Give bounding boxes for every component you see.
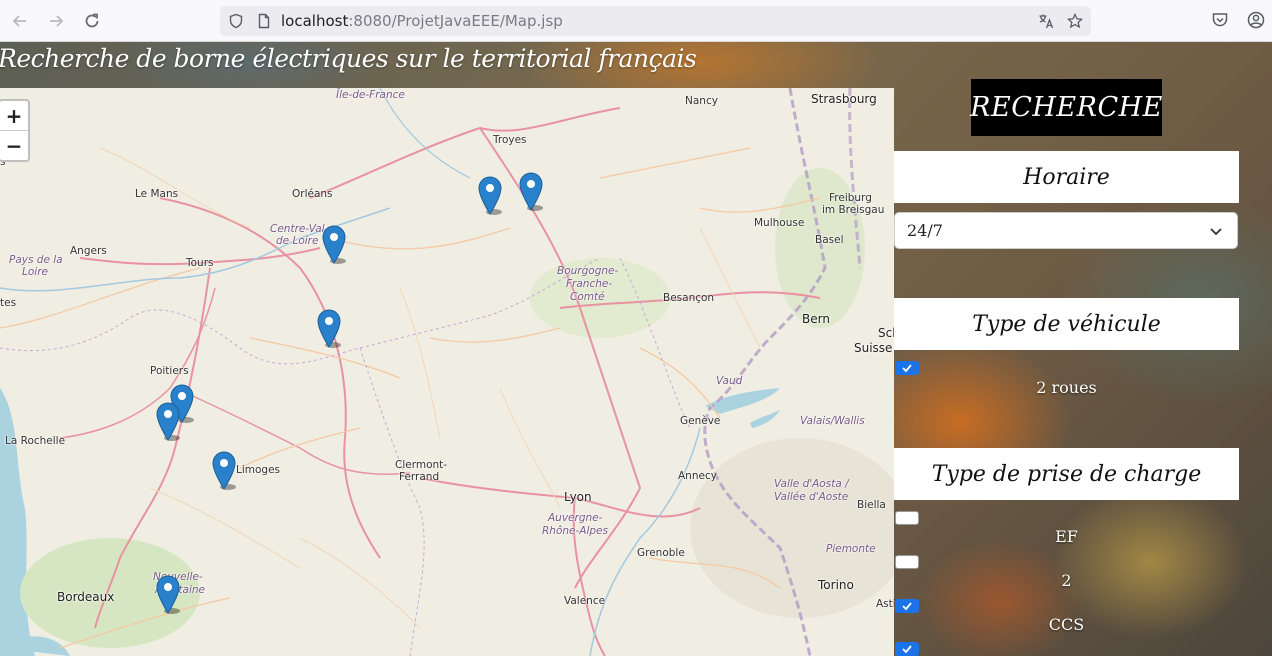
url-path: :8080/ProjetJavaEEE/Map.jsp bbox=[348, 12, 563, 30]
label-asti: Asti bbox=[876, 598, 894, 610]
charging-station-marker[interactable] bbox=[518, 171, 544, 211]
label-orleans: Orléans bbox=[292, 188, 333, 200]
map-view[interactable]: Île-de-France Nancy Strasbourg Troyes Le… bbox=[0, 88, 894, 656]
label-bern: Bern bbox=[802, 312, 830, 326]
label-angers: Angers bbox=[70, 245, 107, 257]
label-poitiers: Poitiers bbox=[150, 365, 189, 377]
charging-station-marker[interactable] bbox=[316, 308, 342, 348]
pocket-icon[interactable] bbox=[1211, 11, 1229, 29]
checkbox-type-2[interactable] bbox=[895, 555, 919, 569]
label-geneve: Genève bbox=[680, 415, 721, 427]
label-mulhouse: Mulhouse bbox=[754, 217, 805, 229]
browser-toolbar: localhost:8080/ProjetJavaEEE/Map.jsp bbox=[0, 0, 1272, 42]
charging-station-marker[interactable] bbox=[211, 450, 237, 490]
checkbox-next-option[interactable] bbox=[895, 642, 919, 656]
checkmark-icon bbox=[902, 602, 912, 611]
horaire-selected-value: 24/7 bbox=[907, 221, 943, 240]
checkbox-ef[interactable] bbox=[895, 511, 919, 525]
label-bourgogne-1: Bourgogne- bbox=[557, 265, 619, 277]
charging-station-marker[interactable] bbox=[477, 175, 503, 215]
label-centre-2: de Loire bbox=[276, 235, 319, 247]
label-auvergne-1: Auvergne- bbox=[548, 512, 603, 524]
label-le-mans: Le Mans bbox=[135, 188, 179, 200]
label-freiburg: Freiburg bbox=[829, 192, 872, 204]
label-tours: Tours bbox=[186, 257, 214, 269]
zoom-in-button[interactable]: + bbox=[0, 101, 28, 130]
label-ef: EF bbox=[1055, 527, 1078, 546]
chevron-down-icon bbox=[1210, 228, 1222, 236]
bookmark-star-icon[interactable] bbox=[1067, 13, 1083, 29]
label-la-rochelle: La Rochelle bbox=[5, 435, 66, 447]
label-centre-1: Centre-Val bbox=[270, 223, 325, 235]
label-troyes: Troyes bbox=[493, 134, 527, 146]
label-nantes: tes bbox=[0, 297, 17, 309]
vehicule-heading: Type de véhicule bbox=[894, 298, 1239, 350]
checkbox-ccs[interactable] bbox=[895, 599, 919, 613]
checkmark-icon bbox=[902, 364, 912, 373]
shield-icon[interactable] bbox=[228, 13, 244, 29]
label-bourgogne-2: Franche- bbox=[566, 278, 613, 290]
search-panel-title: RECHERCHE bbox=[970, 79, 1162, 136]
zoom-control: + − bbox=[0, 99, 30, 162]
label-schweiz-1: Sch bbox=[878, 326, 894, 340]
label-schweiz-2: Suisse bbox=[854, 341, 893, 355]
label-valais: Valais/Wallis bbox=[800, 415, 865, 427]
label-aosta-2: Vallée d'Aoste bbox=[774, 491, 849, 503]
label-valence: Valence bbox=[564, 595, 606, 607]
map-tiles bbox=[0, 88, 894, 656]
label-pays-1: Pays de la bbox=[9, 254, 63, 266]
checkmark-icon bbox=[902, 645, 912, 654]
label-vaud: Vaud bbox=[716, 375, 743, 387]
label-torino: Torino bbox=[818, 578, 854, 592]
label-type-2: 2 bbox=[1061, 571, 1072, 590]
label-aosta-1: Valle d'Aosta / bbox=[774, 478, 849, 490]
label-bourgogne-3: Comté bbox=[570, 291, 605, 303]
charging-station-marker[interactable] bbox=[155, 574, 181, 614]
label-bordeaux: Bordeaux bbox=[57, 590, 115, 604]
label-piemonte: Piemonte bbox=[826, 543, 876, 555]
label-2-roues: 2 roues bbox=[1036, 378, 1097, 397]
label-breisgau: im Breisgau bbox=[822, 204, 885, 216]
translate-icon[interactable] bbox=[1038, 13, 1054, 29]
label-ile-de-france: Île-de-France bbox=[336, 89, 405, 101]
page-icon bbox=[258, 13, 270, 29]
label-grenoble: Grenoble bbox=[637, 547, 685, 559]
checkbox-2-roues[interactable] bbox=[895, 361, 919, 375]
charging-station-marker[interactable] bbox=[155, 401, 181, 441]
label-clermont-2: Ferrand bbox=[399, 471, 440, 483]
page-title: Recherche de borne électriques sur le te… bbox=[0, 44, 697, 73]
label-lyon: Lyon bbox=[564, 490, 592, 504]
url-text[interactable]: localhost:8080/ProjetJavaEEE/Map.jsp bbox=[281, 12, 563, 30]
zoom-out-button[interactable]: − bbox=[0, 130, 28, 160]
horaire-select[interactable]: 24/7 bbox=[894, 212, 1238, 249]
account-icon[interactable] bbox=[1247, 11, 1265, 29]
label-annecy: Annecy bbox=[678, 470, 717, 482]
url-host: localhost bbox=[281, 12, 349, 30]
label-nancy: Nancy bbox=[685, 95, 718, 107]
label-besancon: Besançon bbox=[663, 292, 715, 304]
address-bar[interactable]: localhost:8080/ProjetJavaEEE/Map.jsp bbox=[220, 6, 1091, 36]
reload-icon[interactable] bbox=[80, 9, 104, 33]
back-icon[interactable] bbox=[8, 9, 32, 33]
forward-icon[interactable] bbox=[44, 9, 68, 33]
charging-station-marker[interactable] bbox=[321, 224, 347, 264]
label-clermont-1: Clermont- bbox=[395, 459, 448, 471]
horaire-heading: Horaire bbox=[894, 151, 1239, 203]
label-limoges: Limoges bbox=[236, 464, 281, 476]
label-biella: Biella bbox=[857, 499, 886, 511]
label-basel: Basel bbox=[815, 234, 844, 246]
label-ccs: CCS bbox=[1048, 615, 1085, 634]
prise-heading: Type de prise de charge bbox=[894, 448, 1239, 500]
label-strasbourg: Strasbourg bbox=[811, 92, 877, 106]
label-pays-2: Loire bbox=[22, 266, 48, 278]
label-auvergne-2: Rhône-Alpes bbox=[542, 525, 608, 537]
